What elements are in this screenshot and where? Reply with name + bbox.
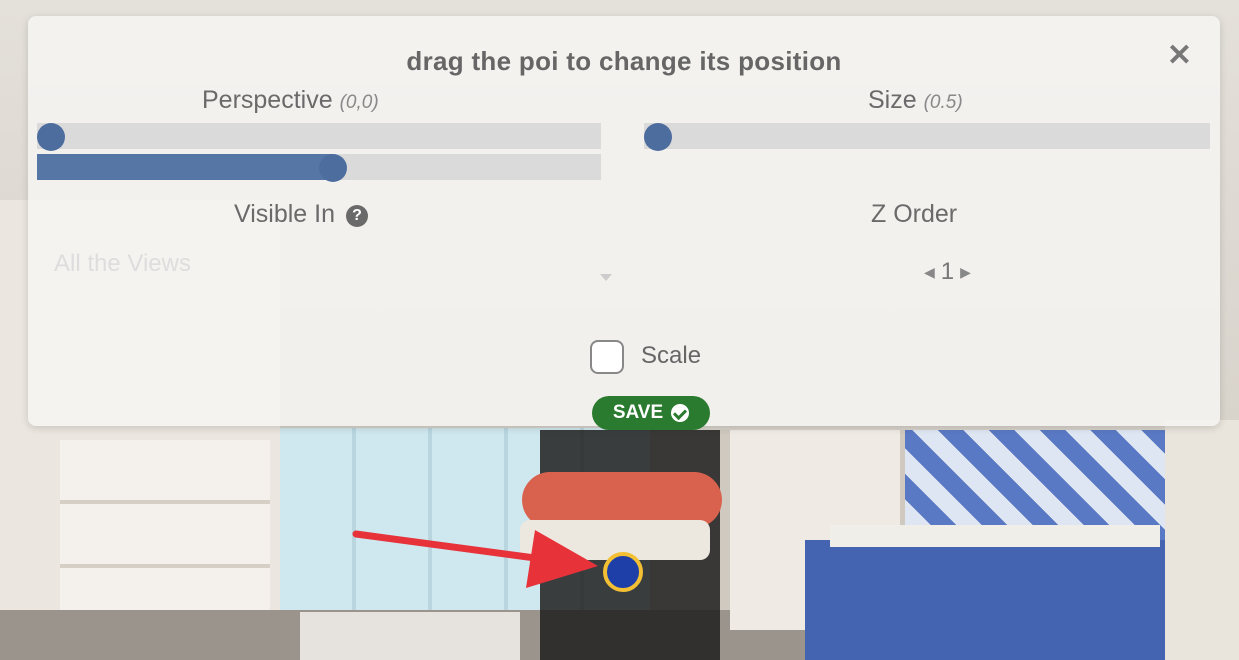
- size-label: Size (0.5): [868, 86, 963, 115]
- perspective-label-text: Perspective: [202, 86, 333, 114]
- size-value: (0.5): [923, 92, 963, 113]
- chevron-down-icon[interactable]: [600, 274, 612, 281]
- perspective-y-fill: [37, 154, 333, 180]
- scale-checkbox[interactable]: [590, 340, 624, 374]
- save-button[interactable]: SAVE: [592, 396, 710, 430]
- z-order-label: Z Order: [871, 200, 958, 228]
- scale-label: Scale: [641, 342, 702, 369]
- perspective-y-slider[interactable]: [37, 154, 601, 182]
- z-order-value: 1: [940, 258, 955, 285]
- perspective-x-handle[interactable]: [37, 123, 65, 151]
- size-label-text: Size: [868, 86, 917, 114]
- perspective-x-slider[interactable]: [37, 123, 601, 151]
- help-circle-icon[interactable]: ?: [345, 205, 368, 227]
- size-handle[interactable]: [644, 123, 672, 151]
- perspective-label: Perspective (0,0): [202, 86, 379, 115]
- poi-edit-dialog: drag the poi to change its position ✕ Pe…: [28, 16, 1220, 430]
- poi-marker-icon[interactable]: [603, 552, 643, 592]
- save-button-label: SAVE: [612, 402, 664, 423]
- perspective-value: (0,0): [339, 92, 379, 113]
- perspective-y-handle[interactable]: [319, 154, 347, 182]
- close-icon[interactable]: ✕: [1167, 41, 1192, 71]
- check-circle-icon: [671, 404, 690, 422]
- z-order-decrease-icon[interactable]: ◀: [924, 264, 935, 281]
- pointer-arrow-head: [526, 530, 598, 588]
- visible-in-dropdown[interactable]: All the Views: [54, 250, 191, 278]
- visible-in-label-text: Visible In: [234, 200, 335, 228]
- z-order-increase-icon[interactable]: ▶: [960, 264, 971, 281]
- size-slider[interactable]: [644, 123, 1210, 151]
- z-order-stepper: ◀ 1 ▶: [924, 258, 971, 286]
- dialog-title: drag the poi to change its position: [406, 46, 842, 76]
- pointer-arrow-shaft: [352, 530, 554, 564]
- visible-in-label: Visible In ?: [234, 200, 368, 229]
